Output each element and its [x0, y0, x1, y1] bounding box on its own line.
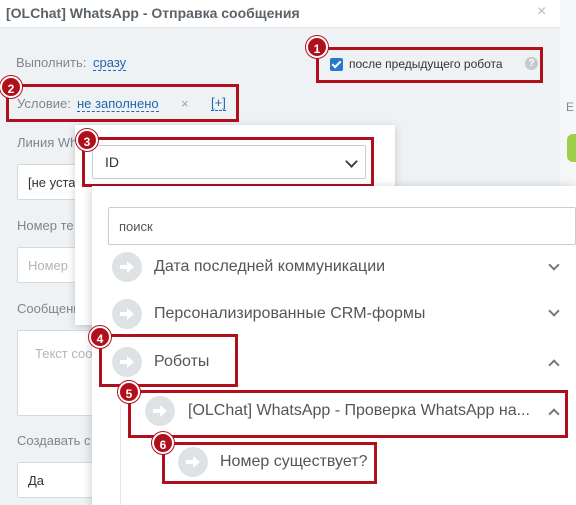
- line-label: Линия Wh: [17, 135, 78, 150]
- condition-clear-icon[interactable]: ×: [181, 96, 189, 111]
- chevron-down-icon[interactable]: [548, 305, 560, 317]
- phone-label: Номер те: [17, 218, 74, 233]
- message-label: Сообщени: [17, 301, 81, 316]
- create-value: Да: [28, 473, 45, 488]
- tree-item-crm-forms[interactable]: Персонализированные CRM-формы: [92, 297, 576, 333]
- step-badge-6: 6: [152, 432, 174, 454]
- execute-label: Выполнить:: [16, 55, 87, 70]
- create-label: Создавать с: [17, 433, 91, 448]
- condition-value-link[interactable]: не заполнено: [77, 96, 159, 112]
- condition-row: Условие: не заполнено × [+]: [6, 84, 239, 122]
- tree-item-label: Дата последней коммуникации: [154, 258, 386, 275]
- background-green-button: [567, 134, 576, 162]
- condition-label: Условие:: [17, 96, 71, 111]
- tree-guide-line: [120, 405, 121, 505]
- help-icon[interactable]: ?: [525, 57, 538, 70]
- field-search-input[interactable]: поиск: [108, 207, 576, 245]
- step-badge-3: 3: [76, 129, 98, 151]
- tree-item-label: Персонализированные CRM-формы: [154, 305, 426, 322]
- step-badge-5: 5: [118, 381, 140, 403]
- arrow-right-icon: [112, 299, 142, 329]
- message-placeholder: Текст сооб: [35, 346, 100, 361]
- step-badge-4: 4: [89, 326, 111, 348]
- line-value: [не уста: [28, 175, 76, 190]
- condition-add-button[interactable]: [+]: [211, 95, 226, 111]
- after-previous-checkbox[interactable]: [330, 58, 343, 71]
- search-placeholder: поиск: [119, 219, 153, 234]
- step-badge-1: 1: [306, 36, 328, 58]
- dialog-header: [OLChat] WhatsApp - Отправка сообщения ×: [0, 0, 560, 28]
- condition-field-value: ID: [105, 154, 119, 170]
- highlight-number-exists: [162, 442, 377, 484]
- chevron-down-icon[interactable]: [548, 259, 560, 271]
- background-page-text: Е: [566, 100, 575, 114]
- chevron-up-icon[interactable]: [548, 359, 560, 371]
- highlight-whatsapp-check: [128, 390, 568, 438]
- execute-mode-link[interactable]: сразу: [93, 55, 127, 71]
- tree-item-last-communication[interactable]: Дата последней коммуникации: [92, 250, 576, 286]
- close-icon[interactable]: ×: [537, 3, 546, 21]
- after-previous-robot-option[interactable]: после предыдущего робота ?: [316, 47, 543, 83]
- arrow-right-icon: [112, 252, 142, 282]
- condition-field-select-highlight: ID: [82, 137, 374, 187]
- condition-field-select[interactable]: ID: [92, 145, 366, 179]
- dialog-title: [OLChat] WhatsApp - Отправка сообщения: [6, 5, 300, 21]
- after-previous-label: после предыдущего робота: [349, 57, 503, 71]
- phone-placeholder: Номер: [28, 258, 69, 273]
- chevron-down-icon: [345, 155, 358, 168]
- highlight-robots: [99, 334, 238, 387]
- step-badge-2: 2: [0, 76, 22, 98]
